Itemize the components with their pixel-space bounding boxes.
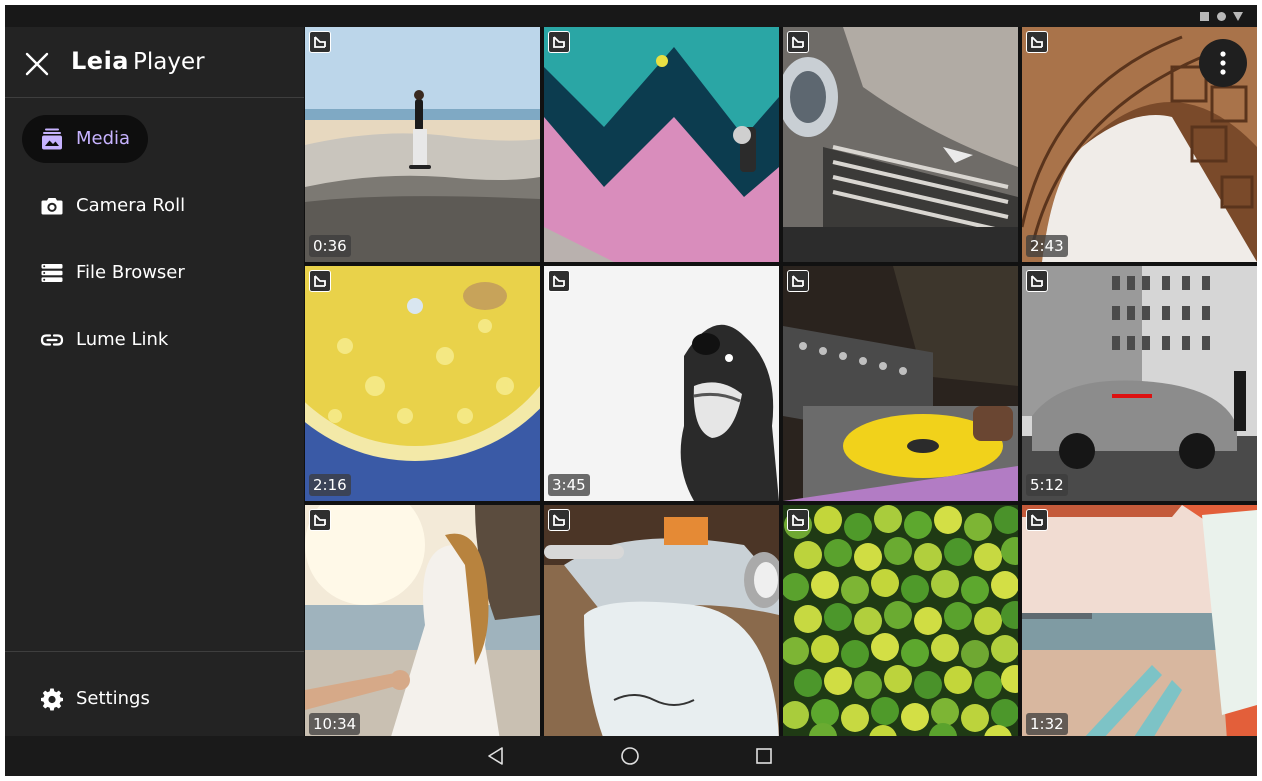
media-thumbnail bbox=[783, 505, 1018, 740]
media-thumbnail bbox=[544, 27, 779, 262]
media-grid: 0:36 2:43 2:16 3:45 5:12 10:34 1:32 bbox=[304, 27, 1257, 740]
video-duration: 2:16 bbox=[309, 474, 351, 496]
camera-icon bbox=[41, 198, 63, 215]
close-icon bbox=[25, 52, 49, 76]
sidebar-item-label: File Browser bbox=[76, 262, 185, 283]
media-thumbnail bbox=[1022, 505, 1257, 740]
video-duration: 2:43 bbox=[1026, 235, 1068, 257]
video-duration: 10:34 bbox=[309, 713, 361, 735]
3d-icon bbox=[314, 36, 326, 48]
gear-icon bbox=[41, 688, 63, 711]
3d-badge bbox=[1026, 509, 1048, 531]
media-tile[interactable] bbox=[783, 266, 1018, 501]
wifi-icon bbox=[1217, 12, 1226, 21]
sidebar-item-file-browser[interactable]: File Browser bbox=[22, 249, 203, 297]
3d-icon bbox=[1031, 514, 1043, 526]
more-options-button[interactable] bbox=[1199, 39, 1247, 87]
3d-badge bbox=[548, 31, 570, 53]
settings-button[interactable]: Settings bbox=[22, 675, 168, 723]
navigation-drawer: Leia Player Media Camera Roll File Brows… bbox=[5, 27, 304, 736]
3d-icon bbox=[314, 275, 326, 287]
more-vertical-icon bbox=[1220, 51, 1226, 75]
3d-icon bbox=[1031, 275, 1043, 287]
3d-icon bbox=[792, 275, 804, 287]
media-thumbnail bbox=[305, 266, 540, 501]
3d-badge bbox=[787, 270, 809, 292]
3d-icon bbox=[1031, 36, 1043, 48]
signal-icon bbox=[1233, 12, 1243, 21]
sidebar-item-media[interactable]: Media bbox=[22, 115, 149, 163]
video-duration: 3:45 bbox=[548, 474, 590, 496]
3d-badge bbox=[309, 509, 331, 531]
close-drawer-button[interactable] bbox=[23, 50, 51, 78]
system-navigation-bar bbox=[5, 736, 1257, 776]
3d-badge bbox=[548, 270, 570, 292]
video-duration: 0:36 bbox=[309, 235, 351, 257]
settings-divider bbox=[5, 651, 304, 652]
nav-back-button[interactable] bbox=[485, 745, 507, 767]
3d-icon bbox=[553, 275, 565, 287]
file-list-icon bbox=[41, 264, 63, 282]
media-thumbnail bbox=[305, 27, 540, 262]
media-thumbnail bbox=[783, 27, 1018, 262]
media-tile[interactable]: 2:16 bbox=[305, 266, 540, 501]
sidebar-item-label: Lume Link bbox=[76, 329, 169, 350]
settings-label: Settings bbox=[76, 688, 150, 709]
app-window: Leia Player Media Camera Roll File Brows… bbox=[5, 5, 1257, 776]
3d-icon bbox=[314, 514, 326, 526]
media-tile[interactable]: 3:45 bbox=[544, 266, 779, 501]
3d-icon bbox=[553, 36, 565, 48]
media-thumbnail bbox=[1022, 266, 1257, 501]
media-tile[interactable]: 10:34 bbox=[305, 505, 540, 740]
status-bar bbox=[5, 5, 1257, 27]
3d-icon bbox=[792, 514, 804, 526]
3d-badge bbox=[1026, 31, 1048, 53]
media-tile[interactable] bbox=[783, 27, 1018, 262]
header-divider bbox=[5, 97, 304, 98]
3d-icon bbox=[553, 514, 565, 526]
3d-icon bbox=[792, 36, 804, 48]
media-thumbnail bbox=[305, 505, 540, 740]
3d-badge bbox=[548, 509, 570, 531]
notification-icon bbox=[1200, 12, 1209, 21]
media-tile[interactable] bbox=[544, 27, 779, 262]
nav-recents-button[interactable] bbox=[753, 745, 775, 767]
video-duration: 5:12 bbox=[1026, 474, 1068, 496]
home-circle-icon bbox=[621, 747, 639, 765]
3d-badge bbox=[787, 31, 809, 53]
media-tile[interactable] bbox=[783, 505, 1018, 740]
recents-square-icon bbox=[756, 748, 772, 764]
3d-badge bbox=[787, 509, 809, 531]
media-thumbnail bbox=[544, 266, 779, 501]
3d-badge bbox=[309, 270, 331, 292]
3d-badge bbox=[309, 31, 331, 53]
media-tile[interactable]: 5:12 bbox=[1022, 266, 1257, 501]
media-tile[interactable]: 1:32 bbox=[1022, 505, 1257, 740]
sidebar-item-camera-roll[interactable]: Camera Roll bbox=[22, 182, 203, 230]
back-triangle-icon bbox=[488, 747, 503, 765]
sidebar-item-label: Camera Roll bbox=[76, 195, 186, 216]
media-thumbnail bbox=[544, 505, 779, 740]
brand-light: Player bbox=[133, 49, 205, 75]
app-logo: Leia Player bbox=[71, 47, 205, 81]
media-thumbnail bbox=[783, 266, 1018, 501]
media-stack-icon bbox=[42, 128, 62, 150]
sidebar-item-lume-link[interactable]: Lume Link bbox=[22, 316, 186, 364]
video-duration: 1:32 bbox=[1026, 713, 1068, 735]
3d-badge bbox=[1026, 270, 1048, 292]
media-tile[interactable] bbox=[544, 505, 779, 740]
media-tile[interactable]: 0:36 bbox=[305, 27, 540, 262]
link-icon bbox=[40, 334, 64, 346]
drawer-header: Leia Player bbox=[5, 27, 304, 97]
nav-home-button[interactable] bbox=[619, 745, 641, 767]
sidebar-item-label: Media bbox=[76, 128, 131, 149]
brand-bold: Leia bbox=[71, 47, 129, 75]
